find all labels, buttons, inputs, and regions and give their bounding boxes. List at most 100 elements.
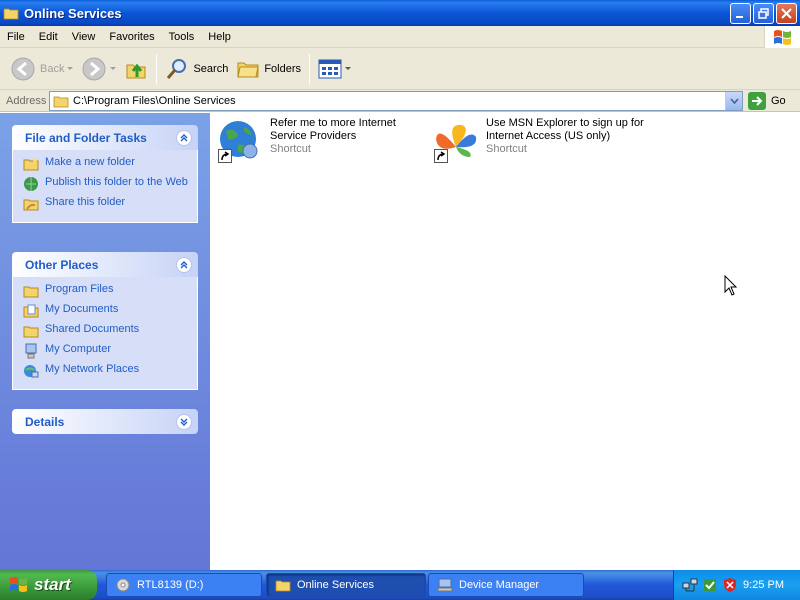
network-tray-icon[interactable] — [682, 577, 698, 593]
shortcut-arrow-icon — [434, 149, 448, 163]
close-icon — [781, 8, 792, 19]
back-label: Back — [40, 62, 65, 75]
task-make-new-folder[interactable]: Make a new folder — [23, 156, 189, 172]
minimize-button[interactable] — [730, 3, 751, 24]
file-list-view[interactable]: Refer me to more Internet Service Provid… — [210, 113, 800, 570]
network-places-icon — [24, 365, 39, 378]
panel-title: File and Folder Tasks — [25, 130, 147, 145]
folder-icon — [23, 286, 39, 298]
place-my-network-places[interactable]: My Network Places — [23, 363, 189, 379]
folder-icon — [23, 326, 39, 338]
place-label[interactable]: My Documents — [45, 303, 118, 316]
menu-bar: File Edit View Favorites Tools Help — [0, 26, 800, 48]
my-computer-icon — [25, 343, 37, 359]
file-item-msn-shortcut[interactable]: Use MSN Explorer to sign up for Internet… — [432, 117, 662, 165]
menu-tools[interactable]: Tools — [162, 31, 202, 43]
file-name: Use MSN Explorer to sign up for Internet… — [486, 117, 644, 142]
menu-view[interactable]: View — [65, 31, 103, 43]
panel-header[interactable]: File and Folder Tasks — [12, 125, 198, 150]
place-my-computer[interactable]: My Computer — [23, 343, 189, 359]
search-icon — [167, 58, 187, 79]
panel-header[interactable]: Details — [12, 409, 198, 434]
window-title: Online Services — [24, 5, 122, 21]
task-share-folder[interactable]: Share this folder — [23, 196, 189, 212]
task-label[interactable]: Share this folder — [45, 196, 125, 209]
share-folder-icon — [23, 199, 39, 211]
file-folder-tasks-panel: File and Folder Tasks Make a new folder … — [12, 125, 198, 223]
device-manager-icon — [437, 578, 453, 592]
menu-file[interactable]: File — [0, 31, 32, 43]
up-folder-button[interactable] — [120, 52, 152, 86]
toolbar-separator — [156, 53, 158, 84]
collapse-icon[interactable] — [176, 256, 192, 273]
panel-header[interactable]: Other Places — [12, 252, 198, 277]
back-button[interactable]: Back — [6, 52, 77, 86]
file-item-isp-shortcut[interactable]: Refer me to more Internet Service Provid… — [216, 117, 416, 165]
start-label: start — [34, 575, 71, 594]
taskbar-button-device-manager[interactable]: Device Manager — [428, 573, 584, 597]
shortcut-arrow-icon — [218, 149, 232, 163]
close-button[interactable] — [776, 3, 797, 24]
task-label[interactable]: Publish this folder to the Web — [45, 176, 188, 189]
details-panel: Details — [12, 409, 198, 434]
address-label: Address — [6, 94, 47, 107]
back-dropdown-icon[interactable] — [67, 67, 74, 70]
toolbar-separator — [309, 53, 311, 84]
forward-button[interactable] — [77, 52, 120, 86]
menu-favorites[interactable]: Favorites — [102, 31, 161, 43]
system-tray: 9:25 PM — [673, 570, 800, 600]
forward-dropdown-icon[interactable] — [110, 67, 117, 70]
go-arrow-icon — [748, 92, 766, 110]
task-publish-web[interactable]: Publish this folder to the Web — [23, 176, 189, 192]
cd-drive-icon — [116, 578, 130, 592]
my-documents-icon — [23, 304, 39, 318]
chevron-down-icon — [729, 98, 739, 104]
shield-alert-icon[interactable] — [722, 577, 738, 593]
publish-web-icon — [24, 177, 38, 191]
views-button[interactable] — [314, 52, 355, 86]
restore-icon — [758, 8, 769, 19]
new-folder-icon — [23, 157, 39, 171]
place-program-files[interactable]: Program Files — [23, 283, 189, 299]
back-arrow-icon — [11, 57, 35, 80]
taskbar: start RTL8139 (D:) Online Services Devic… — [0, 570, 800, 600]
title-bar[interactable]: Online Services — [0, 0, 800, 26]
security-tray-icon[interactable] — [702, 577, 718, 593]
views-dropdown-icon[interactable] — [345, 67, 352, 70]
menu-help[interactable]: Help — [201, 31, 238, 43]
search-button[interactable]: Search — [161, 52, 232, 86]
address-value: C:\Program Files\Online Services — [73, 95, 236, 107]
expand-icon[interactable] — [176, 413, 192, 430]
start-button[interactable]: start — [0, 570, 97, 600]
place-label[interactable]: Shared Documents — [45, 323, 139, 336]
file-type: Shortcut — [270, 143, 311, 155]
place-label[interactable]: Program Files — [45, 283, 113, 296]
go-button[interactable]: Go — [748, 92, 786, 110]
task-pane: File and Folder Tasks Make a new folder … — [0, 113, 210, 570]
other-places-panel: Other Places Program Files My Documents … — [12, 252, 198, 390]
task-label[interactable]: Make a new folder — [45, 156, 135, 169]
folders-icon — [237, 62, 259, 77]
place-my-documents[interactable]: My Documents — [23, 303, 189, 319]
folder-icon — [3, 8, 19, 20]
toolbar: Back Search Folders — [0, 48, 800, 90]
restore-button[interactable] — [753, 3, 774, 24]
menu-edit[interactable]: Edit — [32, 31, 65, 43]
place-shared-documents[interactable]: Shared Documents — [23, 323, 189, 339]
taskbar-button-label: Online Services — [297, 579, 375, 591]
address-input[interactable]: C:\Program Files\Online Services — [49, 91, 743, 111]
collapse-icon[interactable] — [176, 129, 192, 146]
search-label: Search — [193, 62, 229, 75]
views-icon — [318, 59, 342, 78]
place-label[interactable]: My Computer — [45, 343, 111, 356]
clock[interactable]: 9:25 PM — [743, 579, 784, 591]
taskbar-button-label: RTL8139 (D:) — [137, 579, 204, 591]
place-label[interactable]: My Network Places — [45, 363, 139, 376]
windows-flag-icon — [10, 577, 27, 592]
address-dropdown-button[interactable] — [725, 92, 742, 110]
folders-button[interactable]: Folders — [232, 52, 305, 86]
folders-label: Folders — [264, 62, 302, 75]
taskbar-button-online-services[interactable]: Online Services — [266, 573, 426, 597]
taskbar-button-rtl8139[interactable]: RTL8139 (D:) — [106, 573, 262, 597]
folder-icon — [275, 580, 291, 592]
